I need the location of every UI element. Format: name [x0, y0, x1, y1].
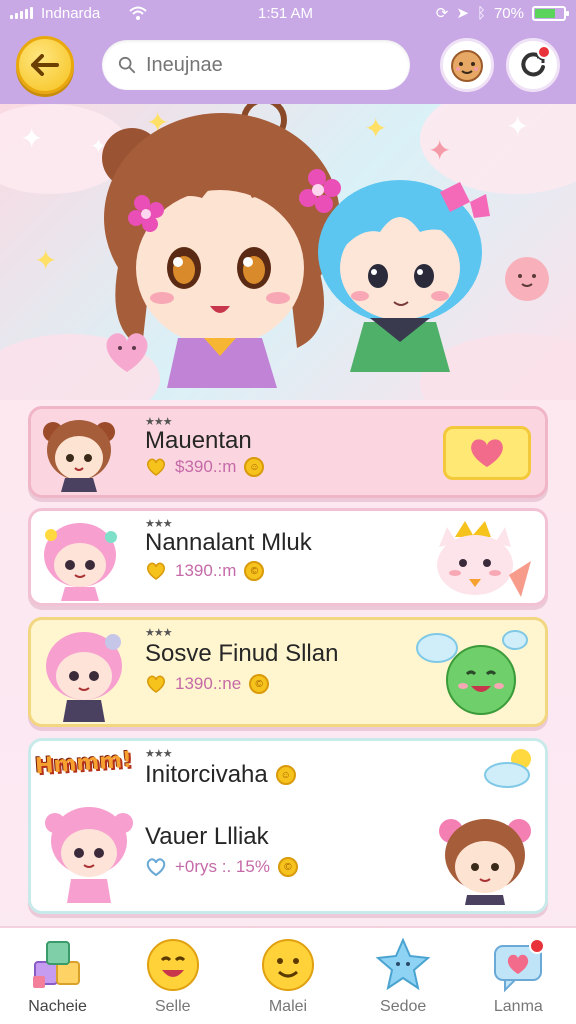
- sparkle-icon: ✦: [364, 113, 388, 144]
- status-right: ⟳ ➤ ᛒ 70%: [435, 4, 569, 22]
- search-icon: [118, 56, 136, 74]
- sparkle-icon: ✦: [506, 111, 530, 142]
- wifi-icon: [129, 6, 147, 20]
- search-box[interactable]: [102, 40, 410, 90]
- card-meta-text: +0rys :. 15%: [175, 857, 270, 876]
- card-title: Initorcivaha: [145, 761, 268, 788]
- rating-stars: ★★★: [145, 748, 173, 760]
- card-title: Mauentan: [145, 427, 252, 454]
- chat-heart-icon: [494, 938, 546, 993]
- status-left: Indnarda: [10, 5, 148, 22]
- signal-icon: [10, 7, 33, 19]
- card-meta: +0rys :. 15% ©: [145, 857, 298, 877]
- rating-stars: ★★★: [145, 627, 173, 639]
- nav-label: Selle: [154, 998, 191, 1015]
- list-item[interactable]: ★★★ Sosve Finud Sllan 1390.:ne ©: [28, 617, 548, 727]
- battery-fill: [535, 8, 555, 18]
- battery-icon: [532, 5, 569, 21]
- favorite-button[interactable]: [443, 426, 531, 480]
- card-title: Nannalant Mluk: [145, 529, 312, 556]
- heart-icon: [471, 439, 503, 467]
- pet-avatar-button[interactable]: [440, 38, 494, 92]
- header-bar: [0, 26, 576, 104]
- smile-icon: [261, 939, 314, 991]
- back-button[interactable]: [16, 36, 74, 94]
- coin-icon: ©: [277, 857, 298, 877]
- nav-label: Sedoe: [380, 998, 427, 1015]
- coin-icon: ☺: [275, 765, 296, 785]
- nav-item-lanma[interactable]: Lanma: [461, 936, 576, 1016]
- sparkle-icon: ✦: [20, 123, 44, 154]
- heart-balloon-icon: [106, 333, 148, 372]
- status-bar: Indnarda 1:51 AM ⟳ ➤ ᛒ 70%: [0, 0, 576, 26]
- cat-creature-icon: [437, 521, 531, 597]
- card-meta-text: 1390.:ne: [175, 674, 242, 693]
- sparkle-icon: ✦: [34, 245, 58, 276]
- card-meta: 1390.:m ©: [145, 561, 265, 581]
- card-subtitle: Vauer Llliak: [145, 823, 269, 850]
- arrow-left-icon: [31, 54, 59, 76]
- coin-icon: ©: [249, 674, 270, 694]
- coin-icon: ☺: [244, 457, 265, 477]
- pink-girl-avatar-icon: [45, 807, 133, 903]
- green-blob-creature-icon: [416, 630, 528, 715]
- nav-label: Malei: [268, 998, 308, 1015]
- card-title: Sosve Finud Sllan: [145, 640, 339, 667]
- pink-ghost-icon: [505, 257, 549, 301]
- nav-item-sedoe[interactable]: Sedoe: [346, 936, 461, 1016]
- carrier-label: Indnarda: [41, 4, 101, 22]
- card-meta: 1390.:ne ©: [145, 674, 270, 694]
- clock: 1:51 AM: [258, 4, 314, 22]
- brown-girl-avatar-icon: [439, 819, 531, 905]
- nav-item-malei[interactable]: Malei: [230, 936, 345, 1016]
- sync-icon: ⟳: [435, 5, 449, 22]
- coin-icon: ©: [244, 561, 265, 581]
- card-meta-text: $390.:m: [175, 457, 237, 476]
- heart-icon: [147, 458, 165, 476]
- search-input[interactable]: [145, 53, 394, 77]
- heart-outline-icon: [146, 858, 166, 877]
- nav-item-nacheie[interactable]: Nacheie: [0, 936, 115, 1016]
- nav-label: Nacheie: [28, 998, 87, 1015]
- list-item[interactable]: ★★★ Mauentan $390.:m ☺: [28, 406, 548, 498]
- pink-girl-avatar-icon: [44, 523, 117, 601]
- cookie-pet-icon: [451, 50, 483, 82]
- star-creature-icon: [375, 937, 431, 991]
- nav-label: Lanma: [493, 998, 543, 1015]
- cloud-icon: [484, 749, 531, 788]
- bluetooth-icon: ᛒ: [476, 4, 486, 22]
- heart-icon: [147, 562, 165, 580]
- pink-girl-avatar-icon: [46, 632, 122, 722]
- heart-icon: [147, 675, 165, 693]
- sparkle-icon: ✦: [428, 135, 452, 166]
- location-icon: ➤: [456, 5, 469, 22]
- list-item[interactable]: Hmmm! ★★★ Initorcivaha ☺ Vauer Llliak +0…: [28, 738, 548, 914]
- card-meta: $390.:m ☺: [145, 457, 265, 477]
- blocks-icon: [32, 941, 80, 988]
- notification-dot: [537, 45, 551, 59]
- list-item[interactable]: ★★★ Nannalant Mluk 1390.:m ©: [28, 508, 548, 606]
- smile-icon: [146, 939, 199, 991]
- card-meta-text: 1390.:m: [175, 561, 237, 580]
- blue-hair-character-illustration: [318, 180, 490, 372]
- battery-percent: 70%: [493, 4, 524, 22]
- bottom-navigation: Nacheie Selle Malei Sedoe Lanma: [0, 926, 576, 1024]
- notifications-button[interactable]: [506, 38, 560, 92]
- card-title-row: Initorcivaha ☺: [145, 761, 296, 789]
- girl-avatar-icon: [43, 420, 115, 492]
- hero-banner: ✦ ✦ ✦ ✦ ✦ ✦ ✦: [0, 104, 576, 400]
- card-logo: Hmmm!: [34, 747, 133, 780]
- nav-item-selle[interactable]: Selle: [115, 936, 230, 1016]
